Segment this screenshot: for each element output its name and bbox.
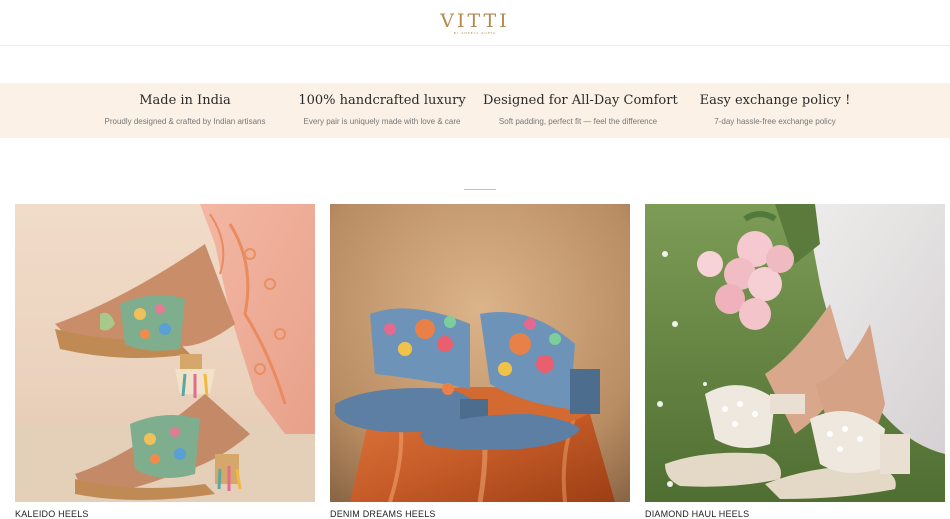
brand-logo-tagline: BY SHREYA GUPTA: [453, 31, 497, 35]
feature-description: 7-day hassle-free exchange policy: [714, 117, 836, 126]
feature-title: Easy exchange policy !: [699, 93, 851, 108]
kaleido-heels-photo: [15, 204, 315, 502]
product-name[interactable]: KALEIDO HEELS: [15, 509, 315, 519]
product-name[interactable]: DENIM DREAMS HEELS: [330, 509, 630, 519]
product-image[interactable]: [645, 204, 945, 502]
feature-description: Soft padding, perfect fit — feel the dif…: [498, 117, 658, 126]
features-strip: Made in India Proudly designed & crafted…: [0, 83, 950, 138]
feature-description: Proudly designed & crafted by Indian art…: [104, 117, 266, 126]
feature-title: Made in India: [139, 93, 231, 108]
brand-logo[interactable]: VITTI: [0, 10, 950, 32]
denim-dreams-heels-photo: [330, 204, 630, 502]
feature-title: 100% handcrafted luxury: [298, 93, 466, 108]
product-image[interactable]: [330, 204, 630, 502]
product-name[interactable]: DIAMOND HAUL HEELS: [645, 509, 945, 519]
product-image[interactable]: [15, 204, 315, 502]
diamond-haul-heels-photo: [645, 204, 945, 502]
feature-title: Designed for All-Day Comfort: [483, 93, 678, 108]
site-header: VITTI BY SHREYA GUPTA: [0, 0, 950, 46]
feature-description: Every pair is uniquely made with love & …: [303, 117, 461, 126]
section-divider: [464, 189, 496, 190]
